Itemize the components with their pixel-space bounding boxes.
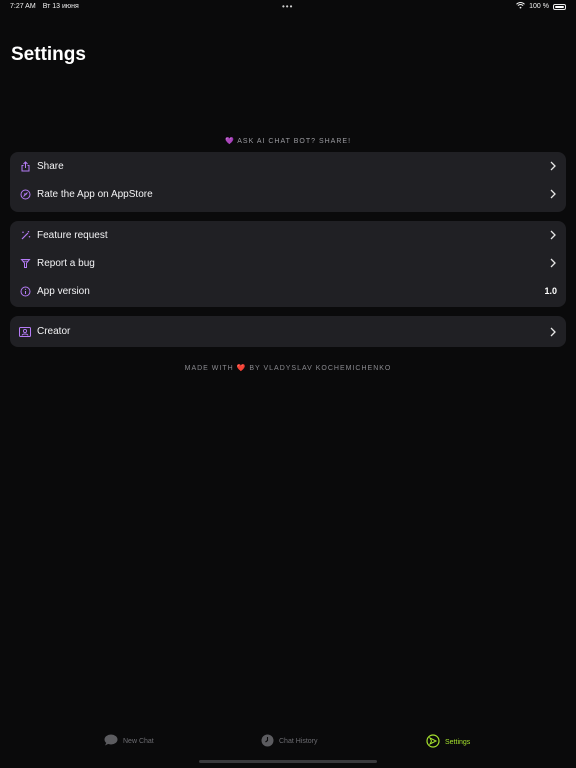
status-time: 7:27 AM [10,3,36,10]
bug-icon [19,257,31,269]
feature-request-row[interactable]: Feature request [10,221,566,249]
battery-percent: 100 % [529,3,549,10]
footer-prefix: MADE WITH [184,365,234,372]
promo-banner[interactable]: 💜 ASK AI CHAT BOT? SHARE! [0,137,576,145]
app-version-row: App version 1.0 [10,277,566,305]
appstore-icon [19,188,31,200]
tab-label: New Chat [123,737,154,745]
chat-bubble-icon [104,734,118,748]
red-heart-icon: ❤️ [236,365,247,372]
tab-label: Settings [445,738,471,746]
share-group: Share Rate the App on AppStore [10,152,566,212]
status-left: 7:27 AM Вт 13 июня [10,3,79,10]
person-card-icon [19,326,31,338]
status-bar: 7:27 AM Вт 13 июня ••• 100 % [0,0,576,16]
chevron-right-icon [549,189,557,199]
creator-group: Creator [10,316,566,347]
settings-icon [426,734,440,750]
home-indicator[interactable] [199,760,377,763]
tab-bar: New Chat Chat History Settings [0,734,576,758]
rate-app-row[interactable]: Rate the App on AppStore [10,180,566,208]
tab-chat-history[interactable]: Chat History [261,734,318,749]
chevron-right-icon [549,327,557,337]
rate-app-label: Rate the App on AppStore [37,188,153,200]
chevron-right-icon [549,161,557,171]
app-version-value: 1.0 [544,286,557,296]
footer-suffix: BY VLADYSLAV KOCHEMICHENKO [249,365,392,372]
battery-icon [553,3,566,10]
info-group: Feature request Report a bug App version [10,221,566,307]
report-bug-row[interactable]: Report a bug [10,249,566,277]
report-bug-label: Report a bug [37,257,95,269]
info-icon [19,285,31,297]
feature-request-label: Feature request [37,229,108,241]
app-version-label: App version [37,285,90,297]
multitasking-dots[interactable]: ••• [282,2,293,11]
chevron-right-icon [549,230,557,240]
tab-label: Chat History [279,738,318,745]
page-title: Settings [11,44,86,65]
status-right: 100 % [516,2,566,11]
chevron-right-icon [549,258,557,268]
clock-icon [261,734,274,749]
creator-row[interactable]: Creator [10,316,566,347]
made-with-footer: MADE WITH ❤️ BY VLADYSLAV KOCHEMICHENKO [0,364,576,372]
wifi-icon [516,2,525,11]
magic-wand-icon [19,229,31,241]
creator-label: Creator [37,326,71,337]
purple-heart-icon: 💜 [224,138,235,145]
promo-text: ASK AI CHAT BOT? SHARE! [237,138,352,145]
status-date: Вт 13 июня [42,3,79,10]
share-icon [19,160,31,172]
tab-settings[interactable]: Settings [426,734,470,750]
share-label: Share [37,160,64,172]
share-row[interactable]: Share [10,152,566,180]
tab-new-chat[interactable]: New Chat [104,734,154,748]
